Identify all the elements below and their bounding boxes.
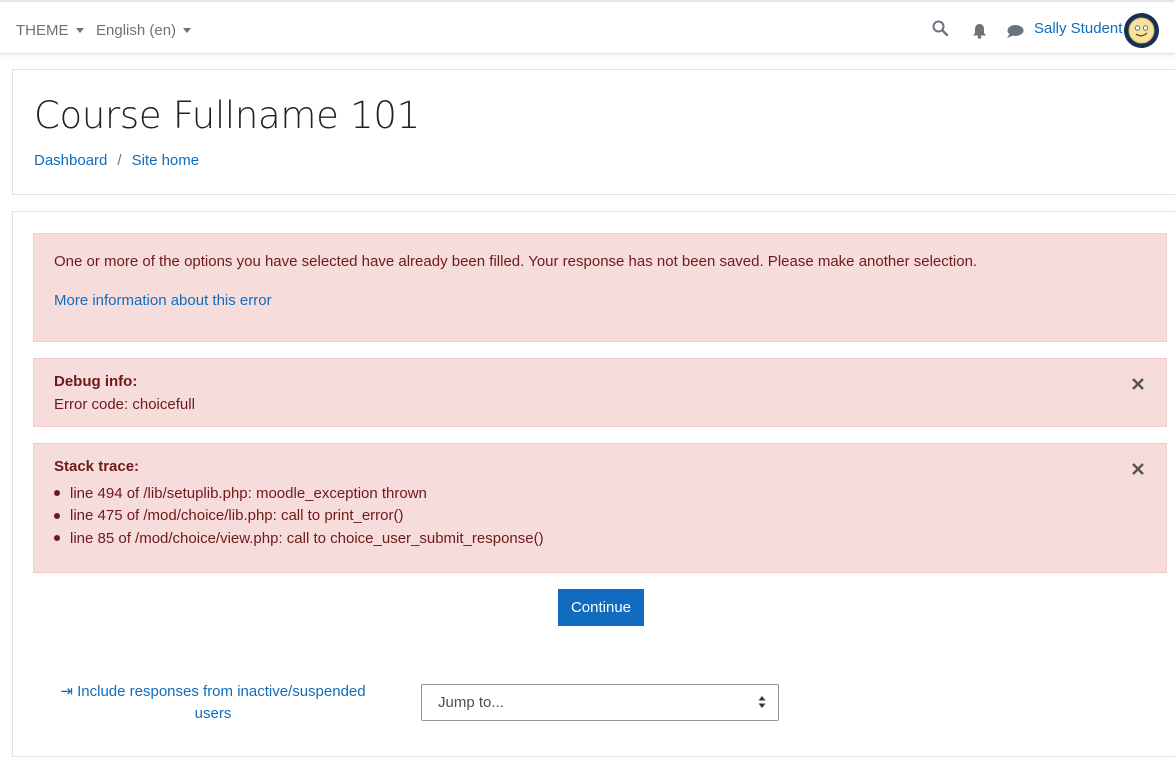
stack-line: line 494 of /lib/setuplib.php: moodle_ex…: [70, 484, 427, 502]
chevron-down-icon: [183, 28, 192, 33]
stack-line: line 475 of /mod/choice/lib.php: call to…: [70, 507, 404, 525]
close-icon[interactable]: [1130, 461, 1146, 477]
stack-trace-list: line 494 of /lib/setuplib.php: moodle_ex…: [54, 482, 544, 550]
error-alert: One or more of the options you have sele…: [33, 233, 1167, 342]
close-icon[interactable]: [1130, 376, 1146, 392]
breadcrumb: Dashboard / Site home: [34, 152, 199, 169]
bullet-icon: [54, 490, 60, 497]
include-responses-label: Include responses from inactive/suspende…: [77, 683, 366, 722]
language-dropdown[interactable]: English (en): [96, 22, 192, 39]
continue-button[interactable]: Continue: [558, 589, 644, 626]
bell-icon[interactable]: [972, 23, 987, 44]
list-item: line 475 of /mod/choice/lib.php: call to…: [54, 505, 544, 528]
more-info-link[interactable]: More information about this error: [54, 292, 272, 309]
page-title: Course Fullname 101: [34, 94, 420, 137]
main-region: One or more of the options you have sele…: [12, 211, 1175, 757]
arrow-right-icon: ⇥: [60, 683, 78, 700]
debug-heading: Debug info:: [54, 373, 138, 390]
stack-heading: Stack trace:: [54, 458, 140, 475]
debug-info-alert: Debug info: Error code: choicefull: [33, 358, 1167, 427]
avatar[interactable]: [1124, 13, 1159, 48]
bullet-icon: [54, 535, 60, 542]
debug-error-code: Error code: choicefull: [54, 396, 195, 413]
chevron-down-icon: [75, 28, 84, 33]
list-item: line 85 of /mod/choice/view.php: call to…: [54, 527, 544, 550]
jump-to-label: Jump to...: [438, 694, 504, 711]
stack-line: line 85 of /mod/choice/view.php: call to…: [70, 529, 544, 547]
chat-icon[interactable]: [1006, 24, 1024, 44]
page-header: Course Fullname 101 Dashboard / Site hom…: [12, 69, 1175, 195]
select-arrows-icon: [758, 695, 766, 713]
theme-dropdown-label: THEME: [16, 22, 69, 39]
search-icon[interactable]: [932, 20, 949, 41]
theme-dropdown[interactable]: THEME: [16, 22, 84, 39]
breadcrumb-separator: /: [117, 152, 122, 169]
breadcrumb-dashboard[interactable]: Dashboard: [34, 152, 107, 169]
top-navbar: THEME English (en) Sally Student: [0, 0, 1175, 54]
language-dropdown-label: English (en): [96, 22, 177, 39]
bullet-icon: [54, 512, 60, 519]
jump-to-select[interactable]: Jump to...: [421, 684, 779, 721]
include-inactive-responses-link[interactable]: ⇥ Include responses from inactive/suspen…: [53, 681, 373, 725]
list-item: line 494 of /lib/setuplib.php: moodle_ex…: [54, 482, 544, 505]
breadcrumb-site-home[interactable]: Site home: [132, 152, 200, 169]
error-message: One or more of the options you have sele…: [54, 253, 978, 270]
stack-trace-alert: Stack trace: line 494 of /lib/setuplib.p…: [33, 443, 1167, 573]
user-name-link[interactable]: Sally Student: [1034, 20, 1122, 37]
